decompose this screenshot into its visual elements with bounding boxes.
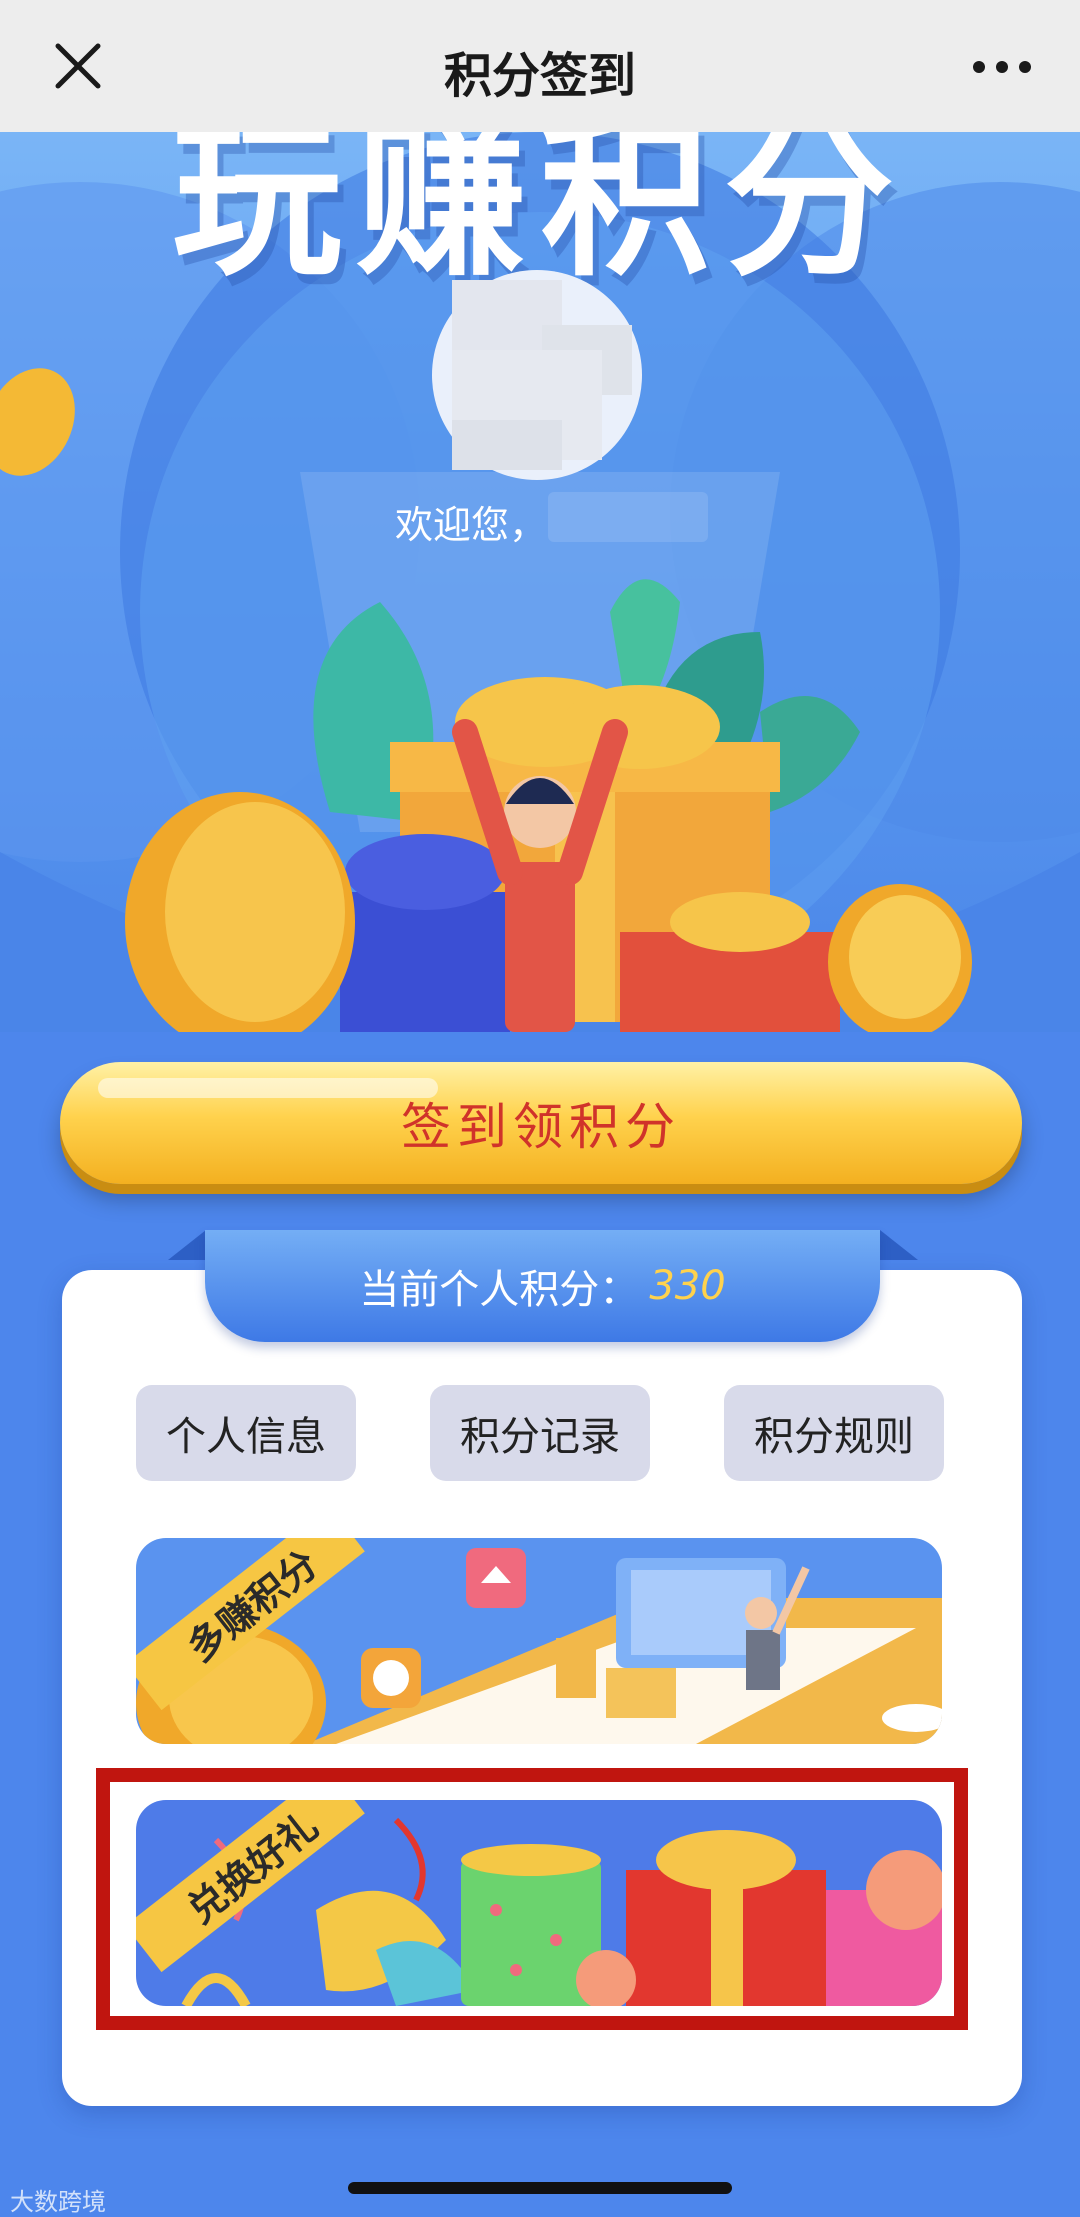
ribbon-ear-left	[168, 1230, 206, 1260]
button-gloss	[98, 1078, 438, 1098]
avatar[interactable]	[432, 270, 642, 480]
signin-button-label: 签到领积分	[401, 1098, 681, 1156]
username-redacted	[548, 492, 708, 542]
earn-points-banner[interactable]: 多赚积分	[136, 1538, 942, 1744]
ribbon-ear-right	[880, 1230, 918, 1260]
close-icon[interactable]	[50, 38, 106, 94]
home-indicator[interactable]	[348, 2182, 732, 2194]
points-rules-button[interactable]: 积分规则	[724, 1385, 944, 1481]
welcome-text: 欢迎您，	[395, 503, 548, 547]
nav-bar: 积分签到	[0, 0, 1080, 132]
personal-info-button[interactable]: 个人信息	[136, 1385, 356, 1481]
page-title: 积分签到	[443, 48, 636, 104]
signin-button[interactable]: 签到领积分	[60, 1062, 1022, 1184]
points-ribbon: 当前个人积分： 330	[205, 1230, 880, 1342]
redeem-gifts-banner[interactable]: 兑换好礼	[136, 1800, 942, 2006]
points-record-button[interactable]: 积分记录	[430, 1385, 650, 1481]
hero-banner: 玩赚积分 欢迎您，	[0, 132, 1080, 1032]
more-horizontal-icon[interactable]	[972, 60, 1032, 74]
watermark: 大数跨境	[10, 2188, 106, 2216]
points-label: 当前个人积分：	[359, 1267, 640, 1313]
points-value: 330	[649, 1263, 726, 1309]
